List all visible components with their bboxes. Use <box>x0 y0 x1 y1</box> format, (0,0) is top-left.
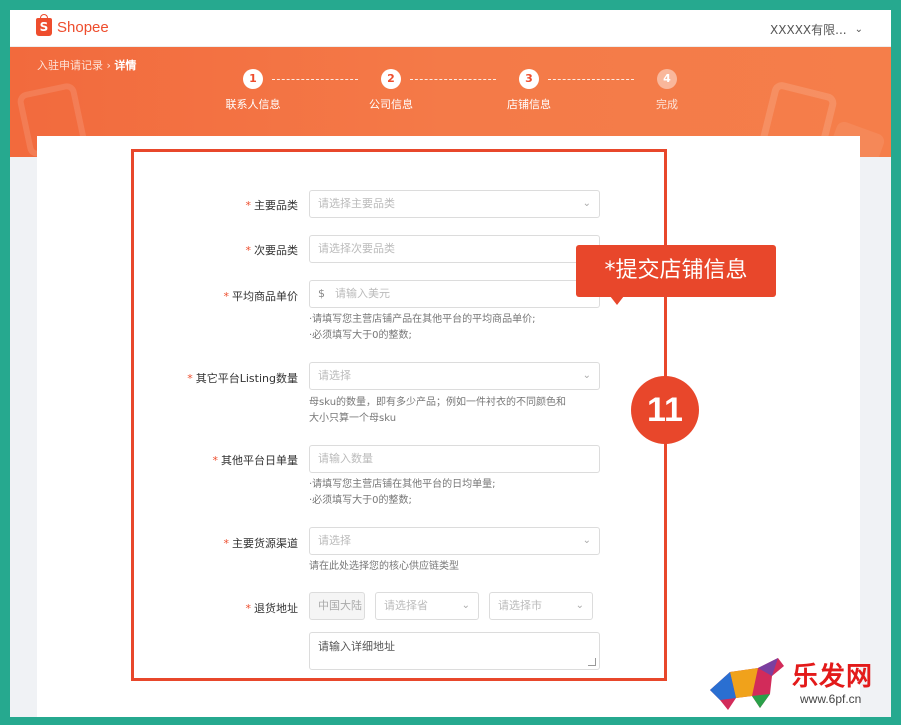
step-label: 公司信息 <box>369 98 413 111</box>
step-label: 完成 <box>656 98 678 111</box>
step-number: 3 <box>519 69 539 89</box>
step-company-info: 2 公司信息 <box>356 69 426 112</box>
bull-logo-icon <box>710 658 784 710</box>
site-watermark: 乐发网 www.6pf.cn <box>700 650 900 720</box>
step-store-info: 3 店铺信息 <box>494 69 564 112</box>
shopee-bag-icon: S <box>36 14 52 36</box>
step-contact-info: 1 联系人信息 <box>218 69 288 112</box>
account-menu[interactable]: XXXXX有限... ⌄ <box>770 21 863 38</box>
step-number: 4 <box>657 69 677 89</box>
breadcrumb-separator: › <box>103 59 115 72</box>
breadcrumb: 入驻申请记录 › 详情 <box>37 57 136 73</box>
breadcrumb-link-applications[interactable]: 入驻申请记录 <box>37 59 103 72</box>
step-complete: 4 完成 <box>632 69 702 112</box>
highlight-box <box>131 149 667 681</box>
step-label: 店铺信息 <box>507 98 551 111</box>
stepper: 1 联系人信息 2 公司信息 3 店铺信息 4 完成 <box>200 69 700 119</box>
step-number: 1 <box>243 69 263 89</box>
breadcrumb-current: 详情 <box>114 59 137 72</box>
account-name: XXXXX有限... <box>770 23 847 37</box>
watermark-text: 乐发网 <box>792 662 874 692</box>
watermark-url: www.6pf.cn <box>800 692 862 706</box>
step-number-badge: 11 <box>631 376 699 444</box>
step-number: 2 <box>381 69 401 89</box>
logo-text: Shopee <box>57 18 109 36</box>
step-label: 联系人信息 <box>225 98 281 111</box>
shopee-logo[interactable]: S Shopee <box>36 14 109 36</box>
chevron-down-icon: ⌄ <box>854 24 863 35</box>
top-bar: S Shopee XXXXX有限... ⌄ <box>10 10 891 47</box>
annotation-tooltip: *提交店铺信息 <box>576 245 776 305</box>
